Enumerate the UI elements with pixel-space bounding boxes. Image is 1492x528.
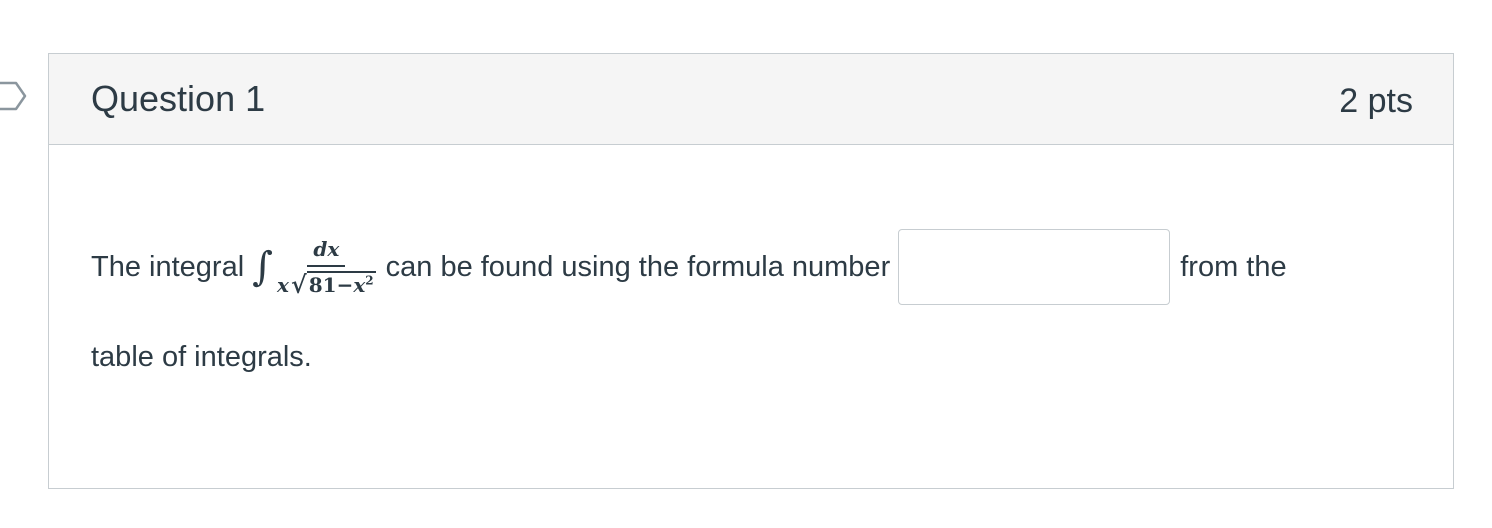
square-root: √ 81−x2 xyxy=(291,271,376,297)
answer-input[interactable] xyxy=(898,229,1171,305)
flag-question-icon[interactable] xyxy=(0,80,28,112)
question-text-before: The integral xyxy=(91,250,245,283)
fraction-denominator: x √ 81−x2 xyxy=(277,267,376,297)
question-text-line-2: table of integrals. xyxy=(91,341,312,373)
page: Question 1 2 pts The integral ∫ dx x √ 8… xyxy=(0,0,1492,528)
radicand-number: 81 xyxy=(308,273,337,297)
question-title: Question 1 xyxy=(91,78,266,119)
radicand-exponent: 2 xyxy=(365,273,374,288)
question-text-middle: can be found using the formula number xyxy=(385,250,891,283)
question-text-after: from the xyxy=(1180,250,1287,283)
radicand-minus: − xyxy=(336,273,354,297)
question-card: Question 1 2 pts The integral ∫ dx x √ 8… xyxy=(48,53,1454,489)
integral-expression: ∫ dx x √ 81−x2 xyxy=(252,237,376,297)
radicand-variable: x xyxy=(353,273,366,297)
fraction-numerator: dx xyxy=(307,237,346,267)
integral-sign: ∫ xyxy=(252,244,273,290)
radicand: 81−x2 xyxy=(306,271,376,297)
root-symbol: √ xyxy=(290,270,307,299)
question-points: 2 pts xyxy=(1339,82,1413,120)
denominator-x: x xyxy=(277,273,289,297)
question-header: Question 1 2 pts xyxy=(49,54,1453,145)
integral-fraction: dx x √ 81−x2 xyxy=(277,237,376,297)
question-text-line-1: The integral ∫ dx x √ 81−x2 can be found… xyxy=(91,227,1287,307)
